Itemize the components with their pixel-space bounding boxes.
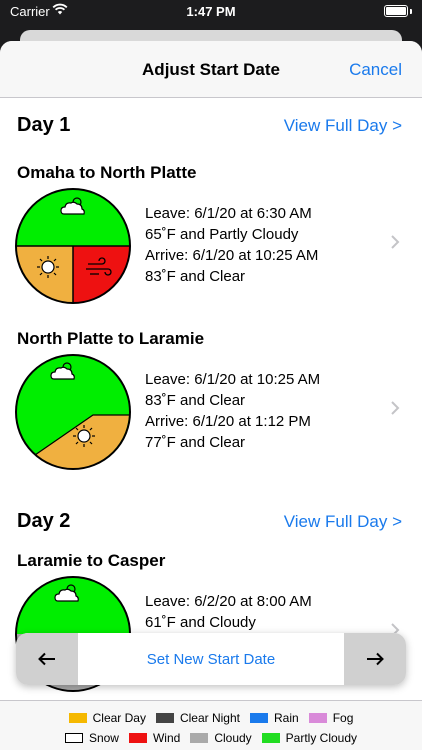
arrive-time: Arrive: 6/1/20 at 1:12 PM [145,413,311,430]
day-header: Day 1 View Full Day > [17,114,402,144]
leave-weather: 61˚F and Cloudy [145,614,256,631]
leg-title: North Platte to Laramie [17,329,205,348]
legend-item: Wind [128,731,181,745]
legend-swatch [128,733,147,743]
arrive-weather: 83˚F and Clear [145,268,246,285]
legend-swatch [250,713,268,723]
next-date-button[interactable] [344,633,406,685]
legend-item: Clear Day [68,711,146,725]
legend-swatch [190,733,209,743]
legend-row: Snow Wind Cloudy Partly Cloudy [0,730,422,746]
legend-label: Rain [274,711,299,725]
legend-row: Clear Day Clear Night Rain Fog [0,710,422,726]
leave-time: Leave: 6/2/20 at 8:00 AM [145,593,312,610]
chevron-right-icon [391,401,400,415]
set-new-start-date-button[interactable]: Set New Start Date [78,633,344,685]
legend-label: Clear Day [92,711,146,725]
arrow-right-icon [367,652,384,666]
legend-item: Fog [308,711,354,725]
leg-details: Leave: 6/1/20 at 10:25 AM 83˚F and Clear… [145,369,320,453]
leg-details: Leave: 6/1/20 at 6:30 AM 65˚F and Partly… [145,203,318,287]
chevron-right-icon [391,235,400,249]
leg-details: Leave: 6/2/20 at 8:00 AM 61˚F and Cloudy [145,591,312,633]
leg-title: Laramie to Casper [17,551,166,570]
legend-swatch [308,713,327,723]
legend-label: Wind [152,731,181,745]
weather-legend: Clear Day Clear Night Rain Fog Snow Wind… [0,700,422,750]
leave-time: Leave: 6/1/20 at 10:25 AM [145,371,321,388]
leave-weather: 83˚F and Clear [145,392,246,409]
legend-label: Clear Night [179,711,240,725]
legend-label: Partly Cloudy [285,731,358,745]
status-time: 1:47 PM [186,4,236,19]
legend-label: Snow [88,731,119,745]
arrive-weather: 77˚F and Clear [145,434,246,451]
day-header: Day 2 View Full Day > [17,510,402,540]
legend-label: Fog [332,711,354,725]
legend-item: Clear Night [155,711,240,725]
leg-title: Omaha to North Platte [17,163,197,182]
legend-swatch [64,733,83,743]
arrow-left-icon [38,652,55,666]
trip-list[interactable]: Day 1 View Full Day > Omaha to North Pla… [0,98,422,698]
day-title: Day 2 [17,510,71,532]
leave-weather: 65˚F and Partly Cloudy [145,226,299,243]
legend-item: Snow [64,731,119,745]
weather-wheel [15,188,131,304]
legend-item: Rain [250,711,299,725]
legend-swatch [261,733,280,743]
legend-label: Cloudy [214,731,252,745]
date-adjust-bar: Set New Start Date [16,633,406,685]
leg-row[interactable]: Omaha to North Platte Leave: 6/1/20 at 6… [0,163,422,325]
arrive-time: Arrive: 6/1/20 at 10:25 AM [145,247,319,264]
navigation-bar: Adjust Start Date Cancel [0,41,422,98]
status-bar: Carrier 1:47 PM [0,0,422,24]
cancel-button[interactable]: Cancel [349,60,402,80]
legend-item: Cloudy [190,731,252,745]
battery-tip [410,9,412,14]
leg-row[interactable]: North Platte to Laramie Leave: 6/1/20 at… [0,329,422,491]
view-full-day-link[interactable]: View Full Day > [284,512,402,532]
previous-date-button[interactable] [16,633,78,685]
weather-wheel [15,354,131,470]
legend-item: Partly Cloudy [261,731,358,745]
day-title: Day 1 [17,114,71,136]
legend-swatch [155,713,174,723]
view-full-day-link[interactable]: View Full Day > [284,116,402,136]
legend-swatch [68,713,87,723]
battery-icon [384,5,408,17]
leave-time: Leave: 6/1/20 at 6:30 AM [145,205,312,222]
